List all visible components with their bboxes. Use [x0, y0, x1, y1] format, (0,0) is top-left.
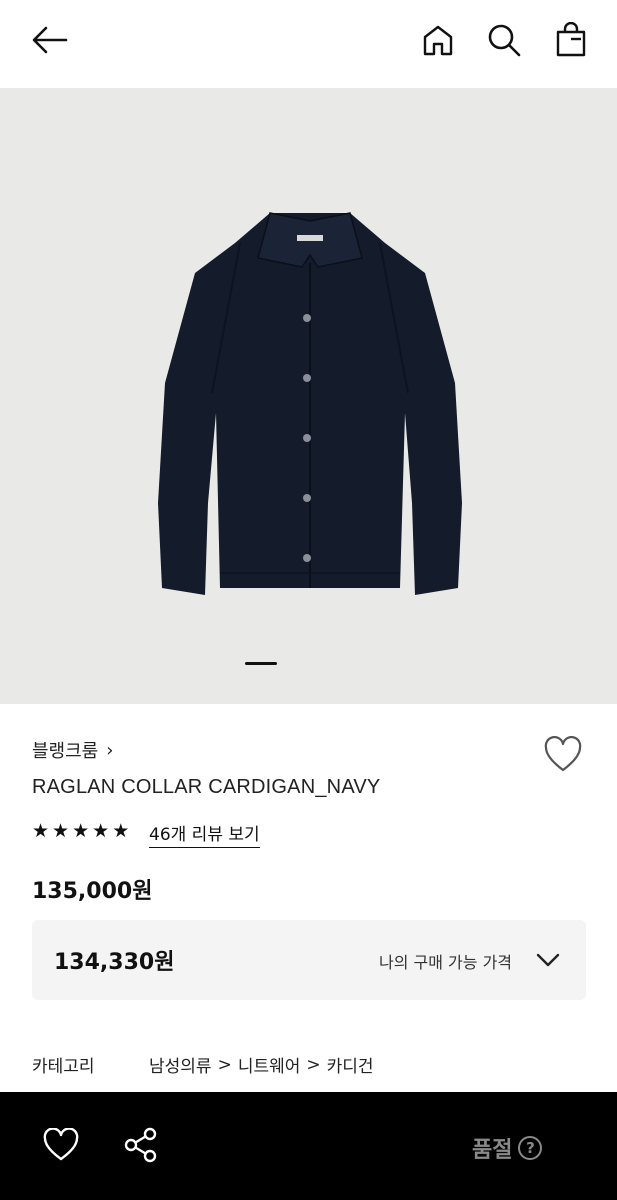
wishlist-button[interactable]	[543, 735, 583, 774]
gallery-indicator	[245, 662, 277, 665]
product-image[interactable]	[0, 88, 617, 704]
review-link[interactable]: 46개 리뷰 보기	[149, 820, 260, 848]
chevron-down-icon	[536, 953, 560, 967]
my-price-label: 나의 구매 가능 가격	[379, 953, 513, 972]
shopping-bag-icon	[556, 22, 586, 57]
star-icon: ★	[72, 820, 90, 842]
brand-name: 블랭크룸	[32, 741, 99, 762]
back-button[interactable]	[30, 20, 70, 60]
help-icon[interactable]: ?	[518, 1136, 543, 1160]
category-men-clothing[interactable]: 남성의류	[149, 1052, 212, 1077]
bottom-wishlist-button[interactable]	[42, 1127, 80, 1162]
search-icon	[488, 24, 521, 57]
home-button[interactable]	[418, 20, 458, 60]
star-icon: ★	[52, 820, 70, 842]
product-price: 135,000원	[32, 879, 153, 904]
chevron-right-icon: >	[217, 1054, 232, 1075]
bottom-action-bar: 품절 ?	[0, 1092, 617, 1200]
arrow-left-icon	[32, 26, 68, 54]
soldout-status: 품절 ?	[472, 1132, 543, 1164]
product-name: RAGLAN COLLAR CARDIGAN_NAVY	[32, 776, 381, 798]
star-icon: ★	[112, 820, 130, 842]
shopping-bag-button[interactable]	[551, 20, 591, 60]
my-price-value: 134,330원	[54, 950, 175, 975]
heart-icon	[544, 735, 582, 772]
brand-link[interactable]: 블랭크룸 ›	[32, 737, 113, 763]
heart-icon	[43, 1127, 79, 1161]
star-icon: ★	[32, 820, 50, 842]
star-icon: ★	[92, 820, 110, 842]
home-icon	[423, 25, 453, 56]
cardigan-image	[158, 212, 462, 595]
category-label: 카테고리	[32, 1057, 95, 1077]
search-button[interactable]	[484, 20, 524, 60]
category-knitwear[interactable]: 니트웨어	[238, 1052, 301, 1077]
chevron-right-icon: ›	[106, 739, 114, 761]
share-icon	[124, 1127, 157, 1163]
share-button[interactable]	[122, 1126, 160, 1164]
rating-stars: ★ ★ ★ ★ ★	[32, 820, 129, 842]
my-price-dropdown[interactable]: 134,330원 나의 구매 가능 가격	[32, 920, 586, 1000]
soldout-label: 품절	[472, 1138, 513, 1163]
category-cardigan[interactable]: 카디건	[327, 1052, 374, 1077]
top-nav-bar	[0, 0, 617, 88]
category-breadcrumb: 남성의류 > 니트웨어 > 카디건	[149, 1052, 374, 1078]
chevron-right-icon: >	[306, 1054, 321, 1075]
